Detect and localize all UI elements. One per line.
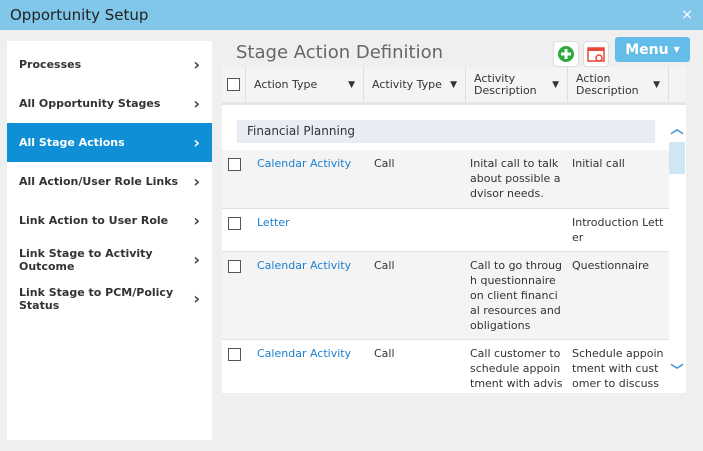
column-header-action-type[interactable]: Action Type ▼ — [246, 67, 364, 102]
filter-icon[interactable]: ▼ — [653, 79, 660, 91]
sidebar-item-label: All Action/User Role Links — [19, 175, 179, 188]
calendar-settings-icon — [587, 47, 605, 62]
action-description: Initial call — [572, 157, 625, 170]
action-description: Introduction Letter — [572, 216, 664, 244]
chevron-right-icon: › — [193, 289, 200, 308]
page-title: Stage Action Definition — [236, 42, 443, 63]
window-title: Opportunity Setup — [10, 6, 149, 24]
chevron-right-icon: › — [193, 55, 200, 74]
column-label: Activity Description — [474, 71, 537, 97]
sidebar-item-link-stage-to-pcm-policy-status[interactable]: Link Stage to PCM/Policy Status › — [7, 279, 212, 318]
activity-type: Call — [374, 157, 395, 170]
add-circle-icon — [558, 46, 574, 62]
action-description: Questionnaire — [572, 259, 650, 272]
sidebar-item-label: Link Stage to PCM/Policy Status — [19, 285, 174, 312]
select-all-header — [222, 67, 246, 102]
sidebar-item-link-stage-to-activity-outcome[interactable]: Link Stage to Activity Outcome › — [7, 240, 212, 279]
chevron-right-icon: › — [193, 94, 200, 113]
sidebar-item-label: Link Stage to Activity Outcome — [19, 246, 153, 273]
column-label: Activity Type — [372, 77, 442, 91]
column-header-activity-description[interactable]: Activity Description ▼ — [466, 67, 568, 102]
table-header: Action Type ▼ Activity Type ▼ Activity Des… — [222, 67, 686, 105]
action-type-link[interactable]: Calendar Activity — [246, 346, 364, 393]
column-header-action-description[interactable]: Action Description ▼ — [568, 67, 669, 102]
chevron-right-icon: › — [193, 250, 200, 269]
table-row: Calendar Activity Call Call to go throug… — [222, 252, 669, 340]
row-checkbox[interactable] — [227, 348, 241, 361]
sidebar-item-label: Link Action to User Role — [19, 214, 169, 227]
sidebar-item-label: All Stage Actions — [19, 136, 125, 149]
sidebar-item-all-opportunity-stages[interactable]: All Opportunity Stages › — [7, 84, 212, 123]
sidebar-item-label: Processes — [19, 58, 82, 71]
add-button[interactable] — [553, 41, 579, 67]
activity-type: Call — [374, 259, 395, 272]
menu-button[interactable]: Menu ▼ — [615, 37, 690, 62]
activity-description: Call to go through questionnaire on clie… — [470, 259, 563, 332]
group-header: Financial Planning — [237, 120, 655, 143]
column-label: Action Description — [576, 71, 639, 97]
table-row: Calendar Activity Call Call customer to … — [222, 340, 669, 393]
chevron-right-icon: › — [193, 172, 200, 191]
action-type-link[interactable]: Letter — [246, 215, 364, 251]
close-icon[interactable]: × — [681, 0, 693, 30]
table-row: Letter Introduction Letter — [222, 209, 669, 252]
select-all-checkbox[interactable] — [227, 78, 240, 91]
activity-description: Call customer to schedule appointment wi… — [470, 347, 563, 393]
row-checkbox[interactable] — [227, 217, 241, 230]
column-header-activity-type[interactable]: Activity Type ▼ — [364, 67, 466, 102]
scrollbar-thumb[interactable] — [669, 142, 685, 174]
sidebar-item-link-action-to-user-role[interactable]: Link Action to User Role › — [7, 201, 212, 240]
action-type-link[interactable]: Calendar Activity — [246, 156, 364, 208]
calendar-settings-button[interactable] — [583, 41, 609, 67]
row-checkbox[interactable] — [227, 260, 241, 273]
sidebar: Processes › All Opportunity Stages › All S… — [7, 41, 212, 440]
filter-icon[interactable]: ▼ — [450, 79, 457, 91]
table-row: Calendar Activity Call Inital call to ta… — [222, 150, 669, 209]
caret-down-icon: ▼ — [673, 45, 680, 54]
title-bar: Opportunity Setup × — [0, 0, 703, 30]
action-type-link[interactable]: Calendar Activity — [246, 258, 364, 339]
filter-icon[interactable]: ▼ — [348, 79, 355, 91]
activity-type — [364, 215, 466, 251]
scroll-down-icon[interactable]: ﹀ — [669, 360, 685, 379]
filter-icon[interactable]: ▼ — [552, 79, 559, 91]
sidebar-item-label: All Opportunity Stages — [19, 97, 161, 110]
scroll-up-icon[interactable]: ︿ — [669, 118, 685, 137]
stage-actions-table: Action Type ▼ Activity Type ▼ Activity Des… — [222, 67, 686, 393]
row-checkbox[interactable] — [227, 158, 241, 171]
activity-type: Call — [374, 347, 395, 360]
sidebar-item-all-action-user-role-links[interactable]: All Action/User Role Links › — [7, 162, 212, 201]
activity-description — [466, 215, 568, 251]
sidebar-item-all-stage-actions[interactable]: All Stage Actions › — [7, 123, 212, 162]
menu-label: Menu — [625, 41, 669, 58]
activity-description: Inital call to talk about possible advis… — [470, 157, 561, 200]
sidebar-item-processes[interactable]: Processes › — [7, 45, 212, 84]
column-label: Action Type — [254, 77, 318, 91]
chevron-right-icon: › — [193, 211, 200, 230]
action-description: Schedule appointment with customer to di… — [572, 347, 664, 393]
chevron-right-icon: › — [193, 133, 200, 152]
